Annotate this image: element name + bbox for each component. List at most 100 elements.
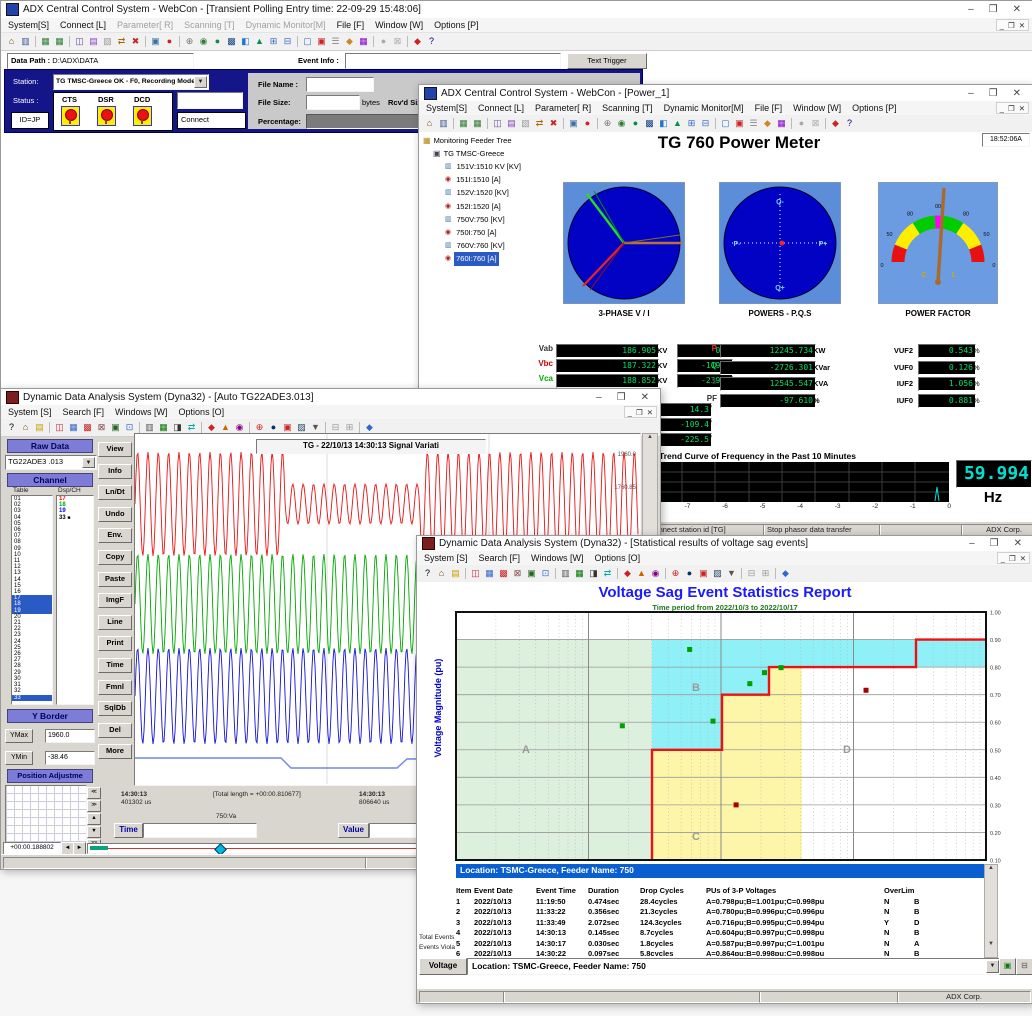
ymin-button[interactable]: YMin — [5, 751, 33, 765]
toolbar-icon[interactable]: ▣ — [525, 567, 538, 580]
file-combo[interactable]: TG22ADE3 .013 ▼ — [5, 455, 97, 470]
toolbar-icon[interactable]: ▧ — [519, 117, 532, 130]
toolbar-icon[interactable]: ⌂ — [19, 421, 32, 434]
button-view[interactable]: View — [98, 442, 132, 457]
menu-item-dynamic-monitor-m[interactable]: Dynamic Monitor[M] — [664, 103, 744, 113]
toolbar-icon[interactable]: ⇄ — [601, 567, 614, 580]
menu-item-options-p[interactable]: Options [P] — [434, 20, 479, 30]
table-row[interactable]: 32022/10/1311:33:492.072sec124.3cyclesA=… — [456, 918, 984, 929]
menu-item-windows-w[interactable]: Windows [W] — [115, 407, 168, 417]
position-button-[interactable]: ≪ — [87, 787, 101, 799]
toolbar-icon[interactable]: ▢ — [719, 117, 732, 130]
toolbar-icon[interactable]: ▩ — [81, 421, 94, 434]
toolbar-icon[interactable]: ● — [629, 117, 642, 130]
toolbar-icon[interactable]: ⌂ — [5, 35, 18, 48]
window-minimize-button[interactable]: – — [969, 538, 975, 549]
toolbar-icon[interactable]: ▣ — [149, 35, 162, 48]
toolbar-icon[interactable]: ▣ — [315, 35, 328, 48]
window-close-button[interactable]: ✕ — [1013, 4, 1021, 15]
toolbar-icon[interactable]: ◫ — [53, 421, 66, 434]
toolbar-icon[interactable]: ☰ — [747, 117, 760, 130]
toolbar-icon[interactable]: ◉ — [649, 567, 662, 580]
table-row[interactable]: 12022/10/1311:19:500.474sec28.4cyclesA=0… — [456, 897, 984, 908]
window-maximize-button[interactable]: ❐ — [617, 392, 626, 403]
toolbar-icon[interactable]: ◉ — [615, 117, 628, 130]
toolbar-icon[interactable]: ⊞ — [267, 35, 280, 48]
toolbar-icon[interactable]: ▲ — [253, 35, 266, 48]
toolbar-icon[interactable]: ⊠ — [95, 421, 108, 434]
toolbar-icon[interactable]: ▦ — [775, 117, 788, 130]
menu-item-window-w[interactable]: Window [W] — [793, 103, 841, 113]
button-env[interactable]: Env. — [98, 528, 132, 543]
value-button[interactable]: Value — [338, 823, 369, 838]
toolbar-icon[interactable]: ● — [683, 567, 696, 580]
mdi-restore-button[interactable]: ❐ — [1009, 554, 1016, 563]
ymin-field[interactable]: -38.46 — [45, 751, 95, 765]
toolbar-icon[interactable]: ⇄ — [533, 117, 546, 130]
toolbar-icon[interactable]: ▣ — [567, 117, 580, 130]
toolbar-icon[interactable]: ▥ — [19, 35, 32, 48]
mdi-close-button[interactable]: ✕ — [1019, 21, 1025, 30]
button-ln-dt[interactable]: Ln/Dt — [98, 485, 132, 500]
toolbar-icon[interactable]: ▥ — [437, 117, 450, 130]
tree-item-760i-760-a[interactable]: ◉760I:760 [A] — [421, 252, 547, 265]
toolbar-icon[interactable]: ▩ — [497, 567, 510, 580]
toolbar-icon[interactable]: ▦ — [483, 567, 496, 580]
toolbar-icon[interactable]: ▣ — [697, 567, 710, 580]
toolbar-icon[interactable]: ◨ — [587, 567, 600, 580]
window-close-button[interactable]: ✕ — [1013, 88, 1021, 99]
tree-item-152v-1520-kv[interactable]: ▥152V:1520 [KV] — [421, 186, 547, 199]
button-more[interactable]: More — [98, 744, 132, 759]
voltage-tab-button[interactable]: Voltage — [419, 958, 467, 975]
mdi-close-button[interactable]: ✕ — [647, 408, 653, 417]
toolbar-icon[interactable]: ⊠ — [511, 567, 524, 580]
menu-item-system-s[interactable]: System[S] — [426, 103, 467, 113]
station-dropdown[interactable]: TG TMSC-Greece OK - F0, Recording Mode ▼ — [53, 74, 209, 90]
table-row[interactable]: 52022/10/1314:30:170.030sec1.8cyclesA=0.… — [456, 939, 984, 950]
menu-item-system-s[interactable]: System [S] — [424, 553, 468, 563]
button-undo[interactable]: Undo — [98, 507, 132, 522]
tree-item-152i-1520-a[interactable]: ◉152I:1520 [A] — [421, 200, 547, 213]
window-minimize-button[interactable]: – — [968, 88, 974, 99]
tree-root[interactable]: ▦Monitoring Feeder Tree — [421, 134, 547, 147]
menu-item-parameter-r[interactable]: Parameter[ R] — [117, 20, 173, 30]
toolbar-icon[interactable]: ▨ — [711, 567, 724, 580]
toolbar-icon[interactable]: ▼ — [725, 567, 738, 580]
menu-item-options-p[interactable]: Options [P] — [852, 103, 897, 113]
menu-item-search-f[interactable]: Search [F] — [479, 553, 521, 563]
toolbar-icon[interactable]: ● — [581, 117, 594, 130]
menu-item-window-w[interactable]: Window [W] — [375, 20, 423, 30]
chevron-down-icon[interactable]: ▼ — [986, 960, 999, 973]
chevron-down-icon[interactable]: ▼ — [194, 76, 207, 88]
toolbar-icon[interactable]: ◫ — [491, 117, 504, 130]
mdi-minimize-button[interactable]: _ — [628, 408, 632, 417]
window-minimize-button[interactable]: – — [968, 4, 974, 15]
menu-item-connect-l[interactable]: Connect [L] — [478, 103, 524, 113]
toolbar-icon[interactable]: ▢ — [301, 35, 314, 48]
toolbar-icon[interactable]: ▩ — [643, 117, 656, 130]
toolbar-icon[interactable]: ⌂ — [435, 567, 448, 580]
menu-item-system-s[interactable]: System [S] — [8, 407, 52, 417]
menu-item-search-f[interactable]: Search [F] — [63, 407, 105, 417]
channel-table-list[interactable]: 0102030405060708091011121314151617181920… — [11, 495, 53, 705]
titlebar[interactable]: ADX Central Control System - WebCon - [P… — [419, 85, 1032, 102]
toolbar-icon[interactable]: ▲ — [635, 567, 648, 580]
toolbar-icon[interactable]: ⊡ — [539, 567, 552, 580]
toolbar-icon[interactable]: ⊕ — [669, 567, 682, 580]
toolbar-icon[interactable]: ⊞ — [759, 567, 772, 580]
toolbar-icon[interactable]: ⊟ — [745, 567, 758, 580]
window-maximize-button[interactable]: ❐ — [989, 4, 998, 15]
toolbar-icon[interactable]: ▦ — [457, 117, 470, 130]
menu-item-options-o[interactable]: Options [O] — [179, 407, 225, 417]
tree-station[interactable]: ▣TG TMSC-Greece — [421, 147, 547, 160]
button-sqldb[interactable]: SqlDb — [98, 701, 132, 716]
toolbar-icon[interactable]: ⊞ — [685, 117, 698, 130]
toolbar-icon[interactable]: ▤ — [87, 35, 100, 48]
text-trigger-button[interactable]: Text Trigger — [567, 53, 647, 69]
id-button[interactable]: ID=JP — [11, 112, 49, 129]
tree-item-750v-750-kv[interactable]: ▥750V:750 [KV] — [421, 213, 547, 226]
toolbar-icon[interactable]: ✖ — [129, 35, 142, 48]
button-fmnl[interactable]: Fmnl — [98, 680, 132, 695]
menu-item-parameter-r[interactable]: Parameter[ R] — [535, 103, 591, 113]
table-row[interactable]: 62022/10/1314:30:220.097sec5.8cyclesA=0.… — [456, 949, 984, 956]
